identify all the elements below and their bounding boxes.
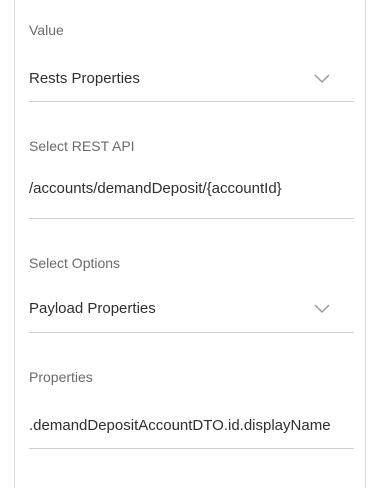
properties-label: Properties xyxy=(29,369,93,385)
value-label: Value xyxy=(29,22,64,38)
options-select-underline xyxy=(29,332,354,333)
chevron-down-icon[interactable] xyxy=(313,73,331,85)
rest-api-label: Select REST API xyxy=(29,138,135,154)
value-select-value: Rests Properties xyxy=(29,70,140,87)
properties-input[interactable]: .demandDepositAccountDTO.id.displayName xyxy=(29,417,351,434)
rest-api-underline xyxy=(29,218,354,219)
rest-api-input[interactable]: /accounts/demandDeposit/{accountId} xyxy=(29,180,351,197)
chevron-down-icon[interactable] xyxy=(313,303,331,315)
options-select-value: Payload Properties xyxy=(29,300,156,317)
value-select-underline xyxy=(29,101,354,102)
properties-panel: Value Rests Properties Select REST API /… xyxy=(14,0,366,488)
properties-underline xyxy=(29,448,354,449)
options-select[interactable]: Payload Properties xyxy=(29,294,354,324)
value-select[interactable]: Rests Properties xyxy=(29,64,354,94)
select-options-label: Select Options xyxy=(29,255,121,271)
